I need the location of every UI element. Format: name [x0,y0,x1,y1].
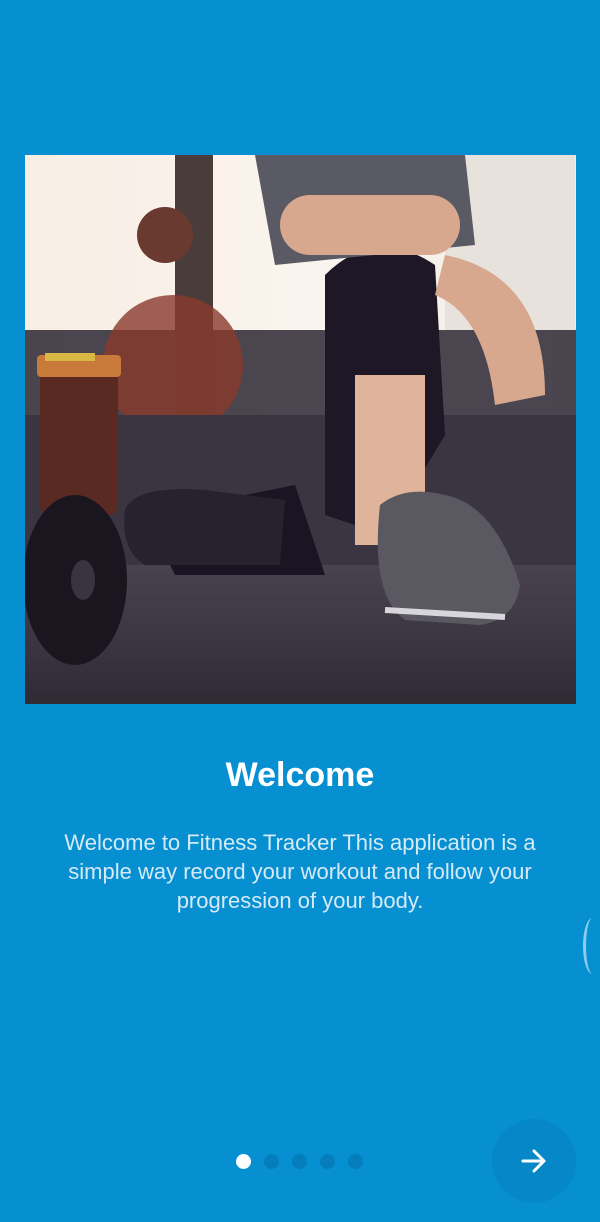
onboarding-title: Welcome [225,756,375,794]
onboarding-description: Welcome to Fitness Tracker This applicat… [64,830,536,913]
page-dot-3[interactable] [292,1154,307,1169]
hero-image [25,155,576,704]
page-indicator [236,1154,363,1169]
page-dot-4[interactable] [320,1154,335,1169]
arrow-right-icon [521,1149,546,1173]
next-button[interactable] [492,1119,576,1203]
page-dot-2[interactable] [264,1154,279,1169]
page-dot-5[interactable] [348,1154,363,1169]
page-dot-1[interactable] [236,1154,251,1169]
edge-swipe-handle[interactable] [583,918,600,974]
